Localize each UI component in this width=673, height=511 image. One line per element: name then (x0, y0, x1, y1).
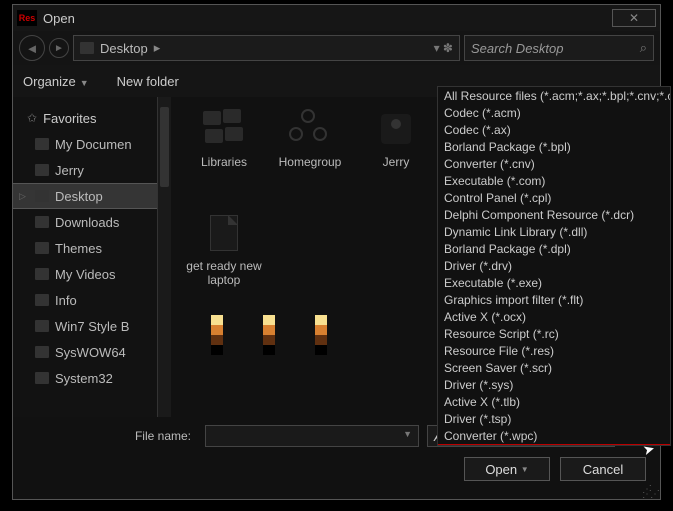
dropdown-item[interactable]: Driver (*.drv) (438, 257, 670, 274)
forward-icon: ► (54, 43, 64, 54)
dropdown-item[interactable]: Delphi Component Resource (*.dcr) (438, 206, 670, 223)
titlebar[interactable]: Res Open ✕ (13, 5, 660, 31)
new-folder-button[interactable]: New folder (117, 74, 179, 89)
back-button[interactable]: ◄ (19, 35, 45, 61)
folder-icon (35, 216, 49, 228)
folder-icon (35, 268, 49, 280)
dropdown-item[interactable]: All Resource files (*.acm;*.ax;*.bpl;*.c… (438, 87, 670, 104)
document-icon (199, 211, 249, 255)
dropdown-item[interactable]: Screen Saver (*.scr) (438, 359, 670, 376)
tree-item[interactable]: SysWOW64 (13, 339, 171, 365)
scrollbar-thumb[interactable] (160, 107, 169, 187)
tree-item[interactable]: System32 (13, 365, 171, 391)
grid-item[interactable] (211, 315, 223, 355)
split-icon: ▼ (521, 465, 529, 474)
libraries-icon (199, 107, 249, 151)
forward-button[interactable]: ► (49, 38, 69, 58)
location-text: Desktop (100, 41, 148, 56)
nav-tree[interactable]: ✩ Favorites My DocumenJerry▷DesktopDownl… (13, 97, 171, 417)
folder-icon (35, 294, 49, 306)
tree-item[interactable]: Info (13, 287, 171, 313)
grid-item[interactable]: get ready new laptop (181, 211, 267, 315)
grid-item[interactable] (263, 315, 275, 355)
dropdown-item[interactable]: All files (*.*) (438, 444, 670, 446)
folder-icon (35, 190, 49, 202)
dropdown-item[interactable]: Dynamic Link Library (*.dll) (438, 223, 670, 240)
grid-item[interactable]: Libraries (181, 107, 267, 211)
dropdown-item[interactable]: Codec (*.ax) (438, 121, 670, 138)
app-icon: Res (17, 10, 37, 26)
folder-icon (80, 42, 94, 54)
close-icon: ✕ (629, 11, 639, 25)
folder-icon (35, 242, 49, 254)
tree-scrollbar[interactable] (157, 97, 171, 417)
folder-icon (35, 320, 49, 332)
search-input[interactable]: Search Desktop ⌕ (464, 35, 654, 61)
dropdown-item[interactable]: Driver (*.tsp) (438, 410, 670, 427)
tree-item[interactable]: Jerry (13, 157, 171, 183)
folder-icon (35, 138, 49, 150)
dropdown-item[interactable]: Driver (*.sys) (438, 376, 670, 393)
organize-button[interactable]: Organize▼ (23, 74, 89, 89)
dropdown-item[interactable]: Active X (*.tlb) (438, 393, 670, 410)
dropdown-item[interactable]: Converter (*.cnv) (438, 155, 670, 172)
star-icon: ✩ (27, 111, 37, 125)
tree-item[interactable]: My Videos (13, 261, 171, 287)
chevron-down-icon: ▼ (80, 78, 89, 88)
tree-item[interactable]: Themes (13, 235, 171, 261)
caret-icon: ▷ (19, 191, 26, 202)
dropdown-item[interactable]: Executable (*.com) (438, 172, 670, 189)
filetype-dropdown[interactable]: All Resource files (*.acm;*.ax;*.bpl;*.c… (437, 86, 671, 446)
breadcrumb-arrow-icon[interactable]: ▸ (154, 40, 161, 56)
favorites-header[interactable]: ✩ Favorites (13, 105, 171, 131)
dropdown-item[interactable]: Graphics import filter (*.flt) (438, 291, 670, 308)
close-button[interactable]: ✕ (612, 9, 656, 27)
dropdown-item[interactable]: Executable (*.exe) (438, 274, 670, 291)
grid-item[interactable] (315, 315, 327, 355)
grid-item[interactable]: Jerry (353, 107, 439, 211)
dropdown-item[interactable]: Resource Script (*.rc) (438, 325, 670, 342)
dropdown-item[interactable]: Resource File (*.res) (438, 342, 670, 359)
dropdown-icon[interactable]: ▾ ✽ (434, 41, 453, 55)
dropdown-item[interactable]: Borland Package (*.bpl) (438, 138, 670, 155)
tree-item[interactable]: My Documen (13, 131, 171, 157)
tree-item[interactable]: Downloads (13, 209, 171, 235)
filename-input[interactable]: ▼ (205, 425, 419, 447)
filename-label: File name: (27, 429, 197, 443)
dropdown-item[interactable]: Codec (*.acm) (438, 104, 670, 121)
folder-icon (35, 164, 49, 176)
folder-icon (35, 346, 49, 358)
user-icon (371, 107, 421, 151)
tree-item[interactable]: ▷Desktop (13, 183, 171, 209)
dropdown-item[interactable]: Converter (*.wpc) (438, 427, 670, 444)
folder-icon (35, 372, 49, 384)
tree-item[interactable]: Win7 Style B (13, 313, 171, 339)
window-title: Open (43, 11, 75, 26)
resize-grip-icon[interactable]: ⋰⋰⋰ (642, 487, 658, 497)
chevron-down-icon[interactable]: ▼ (397, 426, 418, 442)
search-icon: ⌕ (640, 40, 647, 56)
address-bar[interactable]: Desktop ▸ ▾ ✽ (73, 35, 460, 61)
dropdown-item[interactable]: Active X (*.ocx) (438, 308, 670, 325)
open-button[interactable]: Open ▼ (464, 457, 550, 481)
back-icon: ◄ (26, 41, 39, 56)
dropdown-item[interactable]: Control Panel (*.cpl) (438, 189, 670, 206)
nav-row: ◄ ► Desktop ▸ ▾ ✽ Search Desktop ⌕ (13, 31, 660, 65)
search-placeholder: Search Desktop (471, 41, 564, 56)
homegroup-icon (285, 107, 335, 151)
dropdown-item[interactable]: Borland Package (*.dpl) (438, 240, 670, 257)
cancel-button[interactable]: Cancel (560, 457, 646, 481)
grid-item[interactable]: Homegroup (267, 107, 353, 211)
